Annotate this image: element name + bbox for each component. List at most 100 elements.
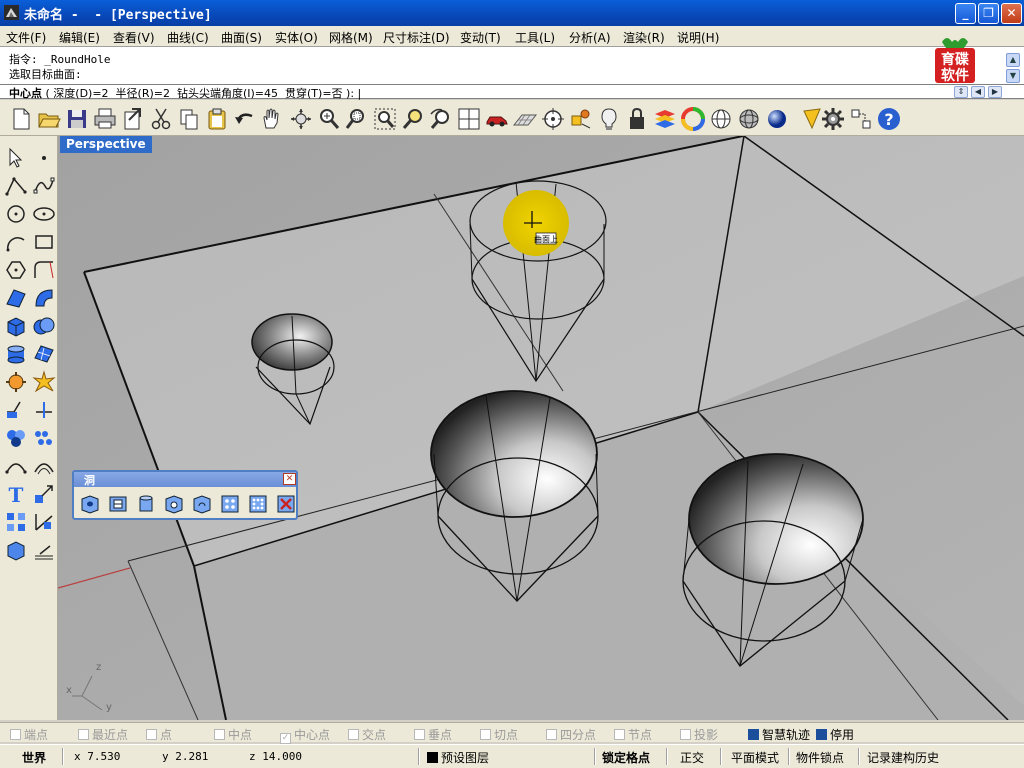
rhino-app-icon[interactable]: [3, 4, 20, 21]
panel-header[interactable]: 洞 ✕: [74, 472, 296, 487]
text-icon[interactable]: T: [4, 482, 28, 506]
menu-view[interactable]: 查看(V): [113, 29, 155, 46]
viewport-title-tab[interactable]: Perspective: [60, 136, 152, 153]
osnap-endpoint[interactable]: 端点: [10, 726, 48, 743]
array-hole-icon[interactable]: [219, 493, 241, 515]
osnap-center[interactable]: ✓ 中心点: [280, 726, 330, 744]
scroll-up-button[interactable]: ▲: [1006, 53, 1020, 67]
history-toggle[interactable]: 记录建构历史: [867, 749, 939, 766]
ortho-toggle[interactable]: 正交: [680, 749, 704, 766]
cplane-indicator[interactable]: 世界: [22, 749, 46, 766]
place-hole-icon[interactable]: [163, 493, 185, 515]
hole-make-icon[interactable]: [79, 493, 101, 515]
light-icon[interactable]: [596, 106, 622, 132]
menu-solid[interactable]: 实体(O): [275, 29, 318, 46]
minimize-button[interactable]: _: [955, 3, 976, 24]
panel-close-button[interactable]: ✕: [283, 473, 296, 485]
offset-curve-icon[interactable]: [32, 454, 56, 478]
scroll-down-button[interactable]: ▼: [1006, 69, 1020, 83]
osnap-project[interactable]: 投影: [680, 726, 718, 743]
explode-icon[interactable]: [32, 370, 56, 394]
select-arrow-icon[interactable]: [4, 146, 28, 170]
undo-icon[interactable]: [232, 106, 258, 132]
osnap-disable[interactable]: 停用: [816, 726, 854, 743]
curve-tools-icon[interactable]: [4, 454, 28, 478]
osnap-tangent[interactable]: 切点: [480, 726, 518, 743]
cylinder-icon[interactable]: [4, 342, 28, 366]
array-icon[interactable]: [32, 426, 56, 450]
checkbox-icon[interactable]: [214, 729, 225, 740]
polar-array-hole-icon[interactable]: [247, 493, 269, 515]
checkbox-checked-icon[interactable]: [748, 729, 759, 740]
zoom-selected-icon[interactable]: [400, 106, 426, 132]
checkbox-checked-icon[interactable]: ✓: [280, 733, 291, 744]
checkbox-icon[interactable]: [546, 729, 557, 740]
layers-icon[interactable]: [652, 106, 678, 132]
osnap-midpoint[interactable]: 中点: [214, 726, 252, 743]
checkbox-icon[interactable]: [348, 729, 359, 740]
rectangle-icon[interactable]: [32, 230, 56, 254]
split-icon[interactable]: [4, 398, 28, 422]
checkbox-icon[interactable]: [78, 729, 89, 740]
polyline-icon[interactable]: [4, 174, 28, 198]
open-icon[interactable]: [36, 106, 62, 132]
planar-toggle[interactable]: 平面模式: [731, 749, 779, 766]
hole-toolbar-panel[interactable]: 洞 ✕: [72, 470, 298, 520]
osnap-point[interactable]: 点: [146, 726, 172, 743]
menu-tools[interactable]: 工具(L): [515, 29, 555, 46]
grid-icon[interactable]: [512, 106, 538, 132]
checkbox-icon[interactable]: [146, 729, 157, 740]
surface-corner-icon[interactable]: [4, 286, 28, 310]
render-sphere-icon[interactable]: [764, 106, 790, 132]
circle-icon[interactable]: [4, 202, 28, 226]
osnap-perpendicular[interactable]: 垂点: [414, 726, 452, 743]
rotate-view-icon[interactable]: [288, 106, 314, 132]
drafting-icon[interactable]: [32, 538, 56, 562]
boolean-union-icon[interactable]: [32, 314, 56, 338]
import-icon[interactable]: [120, 106, 146, 132]
grid-array-icon[interactable]: [4, 510, 28, 534]
checkbox-icon[interactable]: [480, 729, 491, 740]
menu-help[interactable]: 说明(H): [677, 29, 719, 46]
ellipse-icon[interactable]: [32, 202, 56, 226]
paste-icon[interactable]: [204, 106, 230, 132]
prompt-options[interactable]: ( 深度(D)=2 半径(R)=2 钻头尖端角度(I)=45 贯穿(T)=否 )…: [42, 87, 361, 100]
solid-tools-icon[interactable]: [4, 370, 28, 394]
menu-dimension[interactable]: 尺寸标注(D): [383, 29, 450, 46]
revolve-surface-icon[interactable]: [32, 286, 56, 310]
shaded-sphere-icon[interactable]: [736, 106, 762, 132]
box-icon[interactable]: [4, 314, 28, 338]
curve-icon[interactable]: [32, 174, 56, 198]
point-snap-icon[interactable]: [568, 106, 594, 132]
color-wheel-icon[interactable]: [680, 106, 706, 132]
dimension-icon[interactable]: [32, 510, 56, 534]
checkbox-icon[interactable]: [10, 729, 21, 740]
menu-transform[interactable]: 变动(T): [460, 29, 501, 46]
arc-icon[interactable]: [4, 230, 28, 254]
round-hole-icon[interactable]: [107, 493, 129, 515]
car-icon[interactable]: [484, 106, 510, 132]
command-prompt[interactable]: 中心点 ( 深度(D)=2 半径(R)=2 钻头尖端角度(I)=45 贯穿(T)…: [0, 84, 1024, 100]
trim-icon[interactable]: [32, 398, 56, 422]
viewport-scene[interactable]: 曲面上 z x y: [58, 136, 1024, 720]
hole-cylinder-icon[interactable]: [135, 493, 157, 515]
zoom-dynamic-icon[interactable]: [344, 106, 370, 132]
print-icon[interactable]: [92, 106, 118, 132]
point-icon[interactable]: [32, 146, 56, 170]
layer-indicator[interactable]: 预设图层: [427, 749, 489, 766]
checkbox-icon[interactable]: [680, 729, 691, 740]
checkbox-icon[interactable]: [614, 729, 625, 740]
osnap-knot[interactable]: 节点: [614, 726, 652, 743]
settings-gear-icon[interactable]: [820, 106, 846, 132]
checkbox-icon[interactable]: [414, 729, 425, 740]
osnap-toggle[interactable]: 物件锁点: [796, 749, 844, 766]
scale-icon[interactable]: [32, 482, 56, 506]
undo-view-icon[interactable]: [428, 106, 454, 132]
group-icon[interactable]: [4, 426, 28, 450]
delete-hole-icon[interactable]: [275, 493, 297, 515]
osnap-intersection[interactable]: 交点: [348, 726, 386, 743]
mesh-icon[interactable]: [32, 342, 56, 366]
polygon-icon[interactable]: [4, 258, 28, 282]
snap-toggle[interactable]: 锁定格点: [602, 749, 650, 766]
checkbox-checked-icon[interactable]: [816, 729, 827, 740]
